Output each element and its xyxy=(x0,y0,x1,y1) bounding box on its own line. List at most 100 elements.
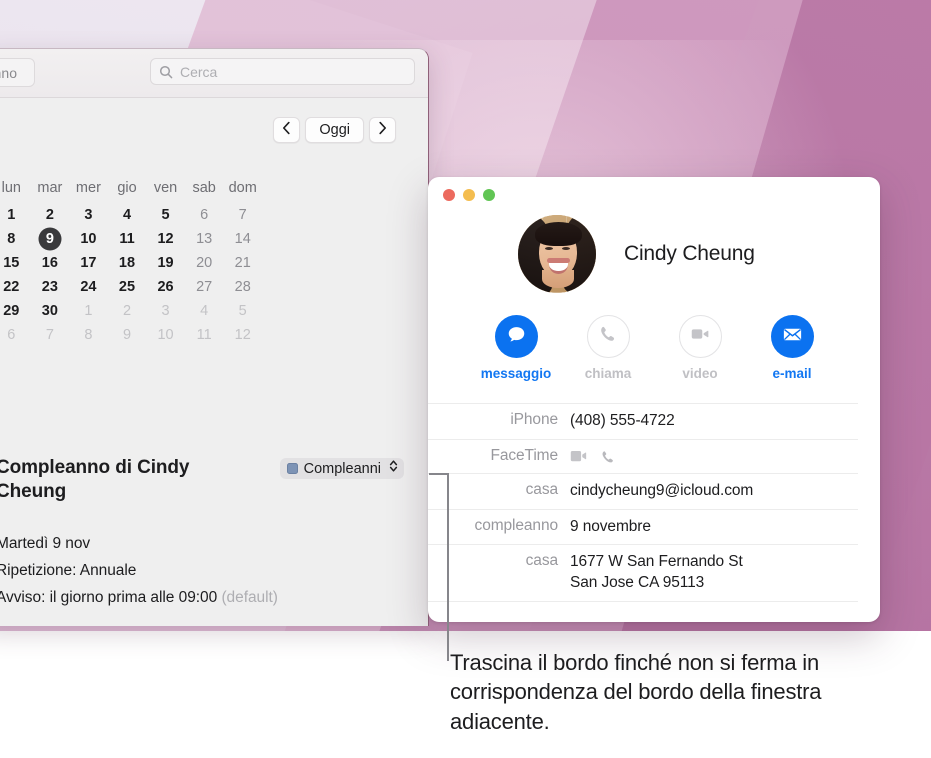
calendar-day-cell[interactable]: 2 xyxy=(31,203,70,227)
call-action-button[interactable]: chiama xyxy=(580,315,636,381)
calendar-day-number: 1 xyxy=(84,303,93,319)
calendar-day-cell[interactable]: 3 xyxy=(146,299,185,323)
calendar-window: se Anno Cerca O xyxy=(0,48,429,626)
calendar-day-cell[interactable]: 30 xyxy=(31,299,70,323)
calendar-navigation: Oggi xyxy=(273,117,396,143)
today-button[interactable]: Oggi xyxy=(305,117,364,143)
segment-anno[interactable]: Anno xyxy=(0,59,34,86)
calendar-day-cell[interactable]: 10 xyxy=(146,323,185,347)
calendar-day-cell[interactable]: 6 xyxy=(185,203,224,227)
calendar-day-cell[interactable]: 1 xyxy=(69,299,108,323)
calendar-day-cell[interactable]: 8 xyxy=(0,227,31,251)
calendar-day-cell[interactable]: 21 xyxy=(223,251,262,275)
calendar-day-cell[interactable]: 5 xyxy=(223,299,262,323)
calendar-day-number: 14 xyxy=(234,231,251,247)
event-alert: Avviso: il giorno prima alle 09:00 (defa… xyxy=(0,585,404,612)
calendar-day-cell[interactable]: 17 xyxy=(69,251,108,275)
avatar-eye-left xyxy=(545,247,553,250)
calendar-day-number: 2 xyxy=(122,303,132,319)
calendar-day-cell[interactable]: 13 xyxy=(185,227,224,251)
calendar-day-cell[interactable]: 5 xyxy=(146,203,185,227)
calendar-day-cell[interactable]: 4 xyxy=(185,299,224,323)
calendar-day-cell[interactable]: 6 xyxy=(0,323,31,347)
contact-detail-label: casa xyxy=(525,552,558,570)
today-button-label: Oggi xyxy=(319,122,350,138)
event-detail-panel: Compleanno di Cindy Cheung Compleanni Ma… xyxy=(0,456,404,626)
calendar-week-row: 15 16 17 18 19 20 21 xyxy=(0,251,262,275)
contact-detail-row[interactable]: casa cindycheung9@icloud.com xyxy=(428,474,858,510)
calendar-day-cell[interactable]: 25 xyxy=(108,275,147,299)
calendar-day-number: 7 xyxy=(45,327,54,343)
calendar-day-cell[interactable]: 1 xyxy=(0,203,31,227)
calendar-day-cell[interactable]: 7 xyxy=(223,203,262,227)
search-input[interactable]: Cerca xyxy=(150,58,415,85)
calendar-day-cell[interactable]: 22 xyxy=(0,275,31,299)
calendar-day-cell[interactable]: 3 xyxy=(69,203,108,227)
calendar-day-cell[interactable]: 19 xyxy=(146,251,185,275)
calendar-day-cell[interactable]: 9 xyxy=(108,323,147,347)
email-action-button[interactable]: e-mail xyxy=(764,315,820,381)
calendar-day-number: 20 xyxy=(196,255,213,271)
calendar-day-cell[interactable]: 16 xyxy=(31,251,70,275)
calendar-day-cell[interactable]: 23 xyxy=(31,275,70,299)
calendar-day-cell[interactable]: 27 xyxy=(185,275,224,299)
calendar-day-cell[interactable]: 12 xyxy=(223,323,262,347)
calendar-day-number: 25 xyxy=(118,279,136,295)
calendar-day-number: 26 xyxy=(157,279,174,295)
calendar-day-number: 18 xyxy=(118,255,136,271)
contact-name: Cindy Cheung xyxy=(624,242,755,265)
calendar-day-cell[interactable]: 7 xyxy=(31,323,70,347)
contact-detail-row[interactable]: FaceTime xyxy=(428,440,858,474)
calendar-day-cell[interactable]: 24 xyxy=(69,275,108,299)
facetime-video-icon[interactable] xyxy=(570,449,589,464)
calendar-day-cell[interactable]: 14 xyxy=(223,227,262,251)
next-month-button[interactable] xyxy=(369,117,396,143)
weekday-header-row: lun mar mer gio ven sab dom xyxy=(0,180,262,203)
contact-detail-row[interactable]: casa 1677 W San Fernando St San Jose CA 95… xyxy=(428,545,858,602)
calendar-day-cell[interactable]: 11 xyxy=(185,323,224,347)
calendar-day-number: 17 xyxy=(80,255,97,271)
contact-detail-value: 9 novembre xyxy=(570,517,651,535)
calendar-day-number: 16 xyxy=(41,255,58,271)
calendar-select-popup[interactable]: Compleanni xyxy=(279,458,404,479)
phone-icon xyxy=(598,324,618,349)
calendar-day-cell[interactable]: 20 xyxy=(185,251,224,275)
previous-month-button[interactable] xyxy=(273,117,301,143)
calendar-day-cell[interactable]: 2 xyxy=(108,299,147,323)
calendar-day-number: 29 xyxy=(3,303,20,319)
close-button[interactable] xyxy=(443,189,455,201)
message-icon-circle xyxy=(494,315,538,358)
chevron-up-down-icon xyxy=(389,459,398,478)
calendar-day-cell[interactable]: 4 xyxy=(108,203,147,227)
calendar-day-cell[interactable]: 15 xyxy=(0,251,31,275)
calendar-day-number: 10 xyxy=(80,231,97,247)
calendar-day-number: 5 xyxy=(238,303,247,319)
calendar-day-number: 27 xyxy=(196,279,213,295)
calendar-week-row: 29 30 1 2 3 4 5 xyxy=(0,299,262,323)
facetime-audio-icon[interactable] xyxy=(600,449,616,465)
calendar-day-cell[interactable]: 29 xyxy=(0,299,31,323)
calendar-day-cell[interactable]: 9 xyxy=(31,227,70,251)
contact-detail-label: iPhone xyxy=(510,411,558,428)
video-action-button[interactable]: video xyxy=(672,315,728,381)
calendar-day-cell[interactable]: 28 xyxy=(223,275,262,299)
calendar-month-grid: lun mar mer gio ven sab dom 1 2 3 4 5 6 7 8 9 10 1… xyxy=(0,180,262,347)
calendar-day-cell[interactable]: 26 xyxy=(146,275,185,299)
calendar-week-row: 1 2 3 4 5 6 7 xyxy=(0,203,262,227)
calendar-day-cell[interactable]: 18 xyxy=(108,251,147,275)
weekday-header: dom xyxy=(228,180,257,196)
minimize-button[interactable] xyxy=(463,189,475,201)
contact-detail-label: compleanno xyxy=(474,516,559,534)
calendar-day-cell[interactable]: 10 xyxy=(69,227,108,251)
calendar-day-cell[interactable]: 11 xyxy=(108,227,147,251)
message-action-button[interactable]: messaggio xyxy=(481,315,551,381)
view-segmented-control[interactable]: se Anno xyxy=(0,58,36,87)
contact-detail-row[interactable]: iPhone (408) 555-4722 xyxy=(428,403,858,440)
email-action-label: e-mail xyxy=(772,366,812,381)
contact-detail-row[interactable]: compleanno 9 novembre xyxy=(428,510,858,546)
calendar-day-cell[interactable]: 8 xyxy=(69,323,108,347)
zoom-button[interactable] xyxy=(483,189,495,201)
calendar-day-number: 9 xyxy=(45,231,54,247)
calendar-day-cell[interactable]: 12 xyxy=(146,227,185,251)
calendar-day-number: 24 xyxy=(80,279,97,295)
